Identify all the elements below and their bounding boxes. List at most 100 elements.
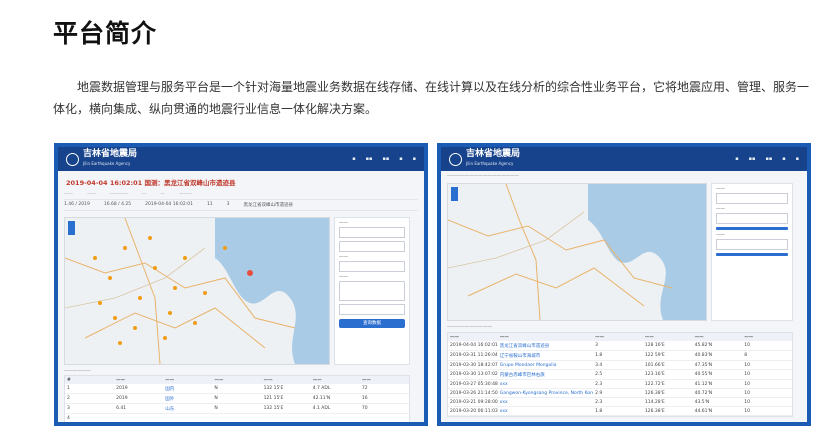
table-row[interactable]: 2019-04-04 16:02:01 黑龙江省双峰山市遗迹县 3 128 16'E 4…	[448, 341, 792, 351]
magnitude-slider[interactable]	[716, 227, 788, 230]
query-field-3[interactable]	[339, 261, 405, 272]
query-field-1[interactable]	[339, 227, 405, 238]
nav-item[interactable]: ▪▪	[382, 156, 389, 162]
location-link[interactable]	[163, 414, 212, 422]
table-cell: 2019-03-27 05:30:48	[450, 381, 498, 387]
nav-item[interactable]: ▪	[399, 156, 402, 162]
table-cell: N	[214, 395, 218, 401]
table-cell: 128 16'E	[644, 342, 665, 348]
nav-item[interactable]: ▪	[796, 156, 799, 162]
table-cell: 42.11'N	[312, 395, 331, 401]
location-link[interactable]: Grupo Mondaer Mongolia	[498, 361, 593, 369]
query-panel: —— —— —— 查询数据	[334, 217, 410, 365]
table-cell: N	[214, 385, 218, 391]
table-cell: 126.38'E	[644, 390, 665, 396]
table-row[interactable]: 2019-03-30 13:07:02 内蒙古赤峰市巴林右旗 2.5 123.16'E…	[448, 370, 792, 380]
nav-item[interactable]: ▪	[782, 156, 785, 162]
table-row[interactable]: 2019-03-27 05:30:48 xxx 2.3 122.72'E 41.12'N…	[448, 380, 792, 389]
agency-logo: 吉林省地震局 Jilin Earthquake Agency	[66, 150, 137, 168]
location-link[interactable]: 山东	[163, 404, 212, 413]
table-cell	[360, 414, 409, 422]
location-link[interactable]: 辽宁省鞍山市海城市	[498, 351, 593, 360]
table-cell: 40.83'N	[694, 352, 713, 358]
table-cell: 10	[744, 342, 751, 348]
table-row[interactable]: 2019-03-26 21:14:50 Gangwon-Kyongsang Pro…	[448, 389, 792, 398]
query-button[interactable]: 查询数据	[339, 319, 405, 328]
table-row[interactable]: 4	[65, 414, 409, 422]
field-label: ——	[339, 221, 348, 226]
event-cell: 2019-04-04 16:02:01	[145, 202, 193, 207]
nav-item[interactable]: ▪▪	[749, 156, 756, 162]
earthquake-map[interactable]	[447, 183, 707, 321]
table-cell: 6.41	[116, 405, 127, 411]
earthquake-table: —— —— —— —— —— —— 2019-04-04 16:02:01 黑龙江省双峰山市…	[447, 332, 793, 417]
query-field-4[interactable]	[339, 304, 405, 315]
table-cell: 122.72'E	[644, 381, 665, 387]
magnitude-field[interactable]	[716, 213, 788, 224]
date-field[interactable]	[716, 193, 788, 204]
location-link[interactable]: 内蒙古赤峰市巴林右旗	[498, 370, 593, 379]
table-cell	[262, 414, 311, 422]
query-field-2[interactable]	[339, 241, 405, 252]
table-cell: N	[214, 405, 218, 411]
table-row[interactable]: 3 6.41 山东 N 132 15'E 4.1 ADL 70	[65, 404, 409, 414]
logo-cn: 吉林省地震局	[466, 149, 521, 159]
location-link[interactable]: 国内	[163, 384, 212, 393]
location-link[interactable]: 黑龙江省双峰山市遗迹县	[498, 341, 593, 350]
table-cell: 41.12'N	[694, 381, 713, 387]
table-cell: 101.66'E	[644, 362, 665, 368]
table-cell: 2019-03-31 11:26:04	[450, 352, 498, 358]
query-textarea[interactable]	[339, 281, 405, 301]
table-cell: 121 15'E	[263, 395, 284, 401]
table-row[interactable]: 2019-03-21 09:28:00 xxx 2.3 114.28'E 43.5'N 1…	[448, 398, 792, 407]
table-cell: 2019-03-30 18:42:07	[450, 362, 498, 368]
location-link[interactable]: xxx	[498, 398, 593, 406]
emblem-icon	[66, 152, 79, 166]
filter-panel: —— —— ——	[711, 183, 793, 321]
table-cell: 10	[744, 362, 751, 368]
nav-item[interactable]: ▪	[413, 156, 416, 162]
table-cell: 4.1 ADL	[312, 405, 331, 411]
table-row[interactable]: 2 2019 国外 N 121 15'E 42.11'N 16	[65, 394, 409, 404]
table-cell: 4	[67, 415, 70, 421]
nav-item[interactable]: ▪	[735, 156, 738, 162]
depth-slider[interactable]	[716, 253, 788, 256]
zoom-control[interactable]	[68, 221, 75, 235]
event-title: 2019-04-04 16:02:01 国测：黑龙江省双峰山市遗迹县	[66, 179, 236, 187]
field-label: ——	[716, 187, 725, 192]
nav-item[interactable]: ▪▪	[366, 156, 373, 162]
zoom-control[interactable]	[451, 187, 458, 201]
location-link[interactable]: xxx	[498, 407, 593, 415]
location-link[interactable]: 国外	[163, 394, 212, 403]
table-cell: 132 15'E	[263, 385, 284, 391]
table-cell: 16	[361, 395, 368, 401]
table-cell: 1.8	[595, 352, 603, 358]
table-row[interactable]: 2019-03-31 11:26:04 辽宁省鞍山市海城市 1.8 122 59'E 4…	[448, 351, 792, 361]
right-screenshot: 吉林省地震局 Jilin Earthquake Agency ▪ ▪▪ ▪▪ ▪…	[437, 143, 811, 426]
table-cell: 2	[67, 395, 70, 401]
table-cell: 10	[744, 408, 751, 414]
nav-item[interactable]: ▪	[352, 156, 355, 162]
location-link[interactable]: xxx	[498, 380, 593, 388]
page-title: 平台简介	[53, 19, 158, 48]
event-cell: 黑龙江省双峰山市遗迹县	[243, 203, 294, 208]
table-cell: 2019-03-26 21:14:50	[450, 390, 498, 396]
field-label: ——	[339, 255, 348, 260]
location-link[interactable]: Gangwon-Kyongsang Province, North Korea	[498, 389, 593, 397]
table-cell	[114, 414, 163, 422]
earthquake-map[interactable]	[64, 217, 330, 365]
table-row[interactable]: 1 2019 国内 N 132 15'E 4.7 ADL 72	[65, 384, 409, 394]
agency-logo: 吉林省地震局 Jilin Earthquake Agency	[449, 150, 520, 168]
table-cell: 1.8	[595, 408, 603, 414]
table-cell: 123.16'E	[644, 371, 665, 377]
table-row[interactable]: 2019-03-20 06:11:03 xxx 1.8 126.38'E 44.61'N…	[448, 407, 792, 416]
table-row[interactable]: 2019-03-30 18:42:07 Grupo Mondaer Mongoli…	[448, 361, 792, 370]
table-cell: 8	[744, 352, 748, 358]
table-cell	[212, 414, 261, 422]
table-cell: 4.7 ADL	[312, 385, 331, 391]
table-cell: 2019-03-20 06:11:03	[450, 408, 498, 414]
depth-field[interactable]	[716, 239, 788, 250]
table-cell: 2.3	[595, 381, 603, 387]
nav-item[interactable]: ▪▪	[765, 156, 772, 162]
left-screenshot: 吉林省地震局 Jilin Earthquake Agency ▪ ▪▪ ▪▪ ▪…	[54, 143, 428, 426]
